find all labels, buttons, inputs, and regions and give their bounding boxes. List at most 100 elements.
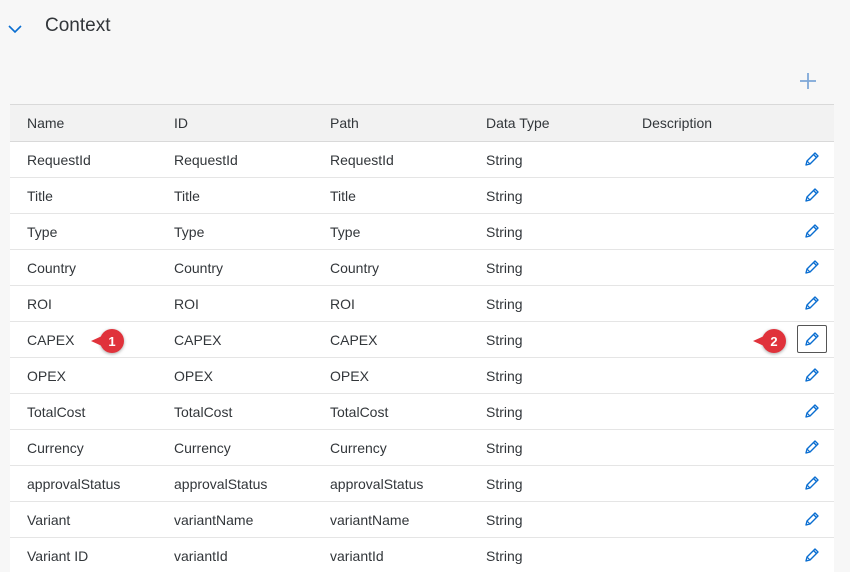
table-row[interactable]: Variant variantName variantName String: [10, 502, 834, 538]
cell-path: RequestId: [330, 151, 394, 168]
cell-name: CAPEX: [27, 331, 75, 348]
cell-path: OPEX: [330, 367, 369, 384]
cell-id: variantName: [174, 511, 254, 528]
table-row[interactable]: Currency Currency Currency String: [10, 430, 834, 466]
pencil-icon: [803, 366, 821, 384]
cell-data-type: String: [486, 259, 523, 276]
edit-row-button[interactable]: [797, 397, 827, 425]
cell-id: ROI: [174, 295, 199, 312]
pencil-icon: [803, 474, 821, 492]
cell-id: variantId: [174, 547, 228, 564]
cell-path: variantName: [330, 511, 410, 528]
table-row[interactable]: TotalCost TotalCost TotalCost String: [10, 394, 834, 430]
cell-id: approvalStatus: [174, 475, 268, 492]
table-row[interactable]: approvalStatus approvalStatus approvalStat…: [10, 466, 834, 502]
column-header-description[interactable]: Description: [642, 105, 712, 141]
edit-row-button[interactable]: [797, 541, 827, 569]
cell-id: Title: [174, 187, 200, 204]
cell-data-type: String: [486, 475, 523, 492]
cell-data-type: String: [486, 223, 523, 240]
edit-row-button[interactable]: [797, 469, 827, 497]
column-header-data-type[interactable]: Data Type: [486, 105, 550, 141]
table-row[interactable]: CAPEX CAPEX CAPEX String: [10, 322, 834, 358]
table-row[interactable]: OPEX OPEX OPEX String: [10, 358, 834, 394]
cell-id: Country: [174, 259, 224, 276]
pencil-icon: [803, 510, 821, 528]
edit-row-button[interactable]: [797, 253, 827, 281]
cell-data-type: String: [486, 331, 523, 348]
cell-id: Type: [174, 223, 205, 240]
edit-row-button[interactable]: [797, 505, 827, 533]
cell-path: ROI: [330, 295, 355, 312]
pencil-icon: [803, 294, 821, 312]
edit-row-button[interactable]: [797, 325, 827, 353]
cell-name: approvalStatus: [27, 475, 121, 492]
section-title: Context: [45, 15, 111, 36]
pencil-icon: [803, 258, 821, 276]
callout-badge-1: 1: [91, 329, 124, 353]
cell-data-type: String: [486, 547, 523, 564]
cell-path: Country: [330, 259, 380, 276]
cell-data-type: String: [486, 151, 523, 168]
pencil-icon: [803, 402, 821, 420]
plus-icon: [800, 73, 816, 89]
context-table: Name ID Path Data Type Description Reque…: [10, 104, 834, 572]
table-row[interactable]: Variant ID variantId variantId String: [10, 538, 834, 572]
cell-id: Currency: [174, 439, 231, 456]
table-row[interactable]: ROI ROI ROI String: [10, 286, 834, 322]
pencil-icon: [803, 222, 821, 240]
cell-name: Variant: [27, 511, 71, 528]
table-row[interactable]: Title Title Title String: [10, 178, 834, 214]
cell-data-type: String: [486, 295, 523, 312]
cell-id: CAPEX: [174, 331, 222, 348]
cell-name: ROI: [27, 295, 52, 312]
edit-row-button[interactable]: [797, 361, 827, 389]
table-row[interactable]: RequestId RequestId RequestId String: [10, 142, 834, 178]
callout-badge-2: 2: [753, 329, 786, 353]
cell-id: TotalCost: [174, 403, 233, 420]
table-body: RequestId RequestId RequestId String Title Ti…: [10, 142, 834, 572]
cell-name: RequestId: [27, 151, 91, 168]
cell-path: approvalStatus: [330, 475, 424, 492]
edit-row-button[interactable]: [797, 433, 827, 461]
edit-row-button[interactable]: [797, 145, 827, 173]
column-header-path[interactable]: Path: [330, 105, 359, 141]
cell-name: TotalCost: [27, 403, 86, 420]
pencil-icon: [803, 438, 821, 456]
cell-id: RequestId: [174, 151, 238, 168]
edit-row-button[interactable]: [797, 217, 827, 245]
cell-path: TotalCost: [330, 403, 389, 420]
table-header-row: Name ID Path Data Type Description: [10, 105, 834, 142]
cell-data-type: String: [486, 367, 523, 384]
cell-name: OPEX: [27, 367, 66, 384]
table-row[interactable]: Country Country Country String: [10, 250, 834, 286]
column-header-name[interactable]: Name: [27, 105, 64, 141]
pencil-icon: [803, 186, 821, 204]
chevron-down-icon[interactable]: [6, 20, 24, 38]
cell-id: OPEX: [174, 367, 213, 384]
cell-path: variantId: [330, 547, 384, 564]
cell-name: Variant ID: [27, 547, 89, 564]
edit-row-button[interactable]: [797, 181, 827, 209]
context-section-header: Context: [0, 0, 850, 56]
cell-path: Type: [330, 223, 361, 240]
cell-data-type: String: [486, 511, 523, 528]
cell-path: Title: [330, 187, 356, 204]
cell-name: Type: [27, 223, 58, 240]
cell-data-type: String: [486, 439, 523, 456]
pencil-icon: [803, 330, 821, 348]
cell-name: Country: [27, 259, 77, 276]
context-page: Context Name ID Path Data Type Descripti…: [0, 0, 850, 572]
cell-name: Currency: [27, 439, 84, 456]
cell-name: Title: [27, 187, 53, 204]
cell-data-type: String: [486, 403, 523, 420]
cell-path: CAPEX: [330, 331, 378, 348]
pencil-icon: [803, 150, 821, 168]
cell-path: Currency: [330, 439, 387, 456]
edit-row-button[interactable]: [797, 289, 827, 317]
column-header-id[interactable]: ID: [174, 105, 188, 141]
cell-data-type: String: [486, 187, 523, 204]
add-context-button[interactable]: [794, 67, 822, 95]
pencil-icon: [803, 546, 821, 564]
table-row[interactable]: Type Type Type String: [10, 214, 834, 250]
